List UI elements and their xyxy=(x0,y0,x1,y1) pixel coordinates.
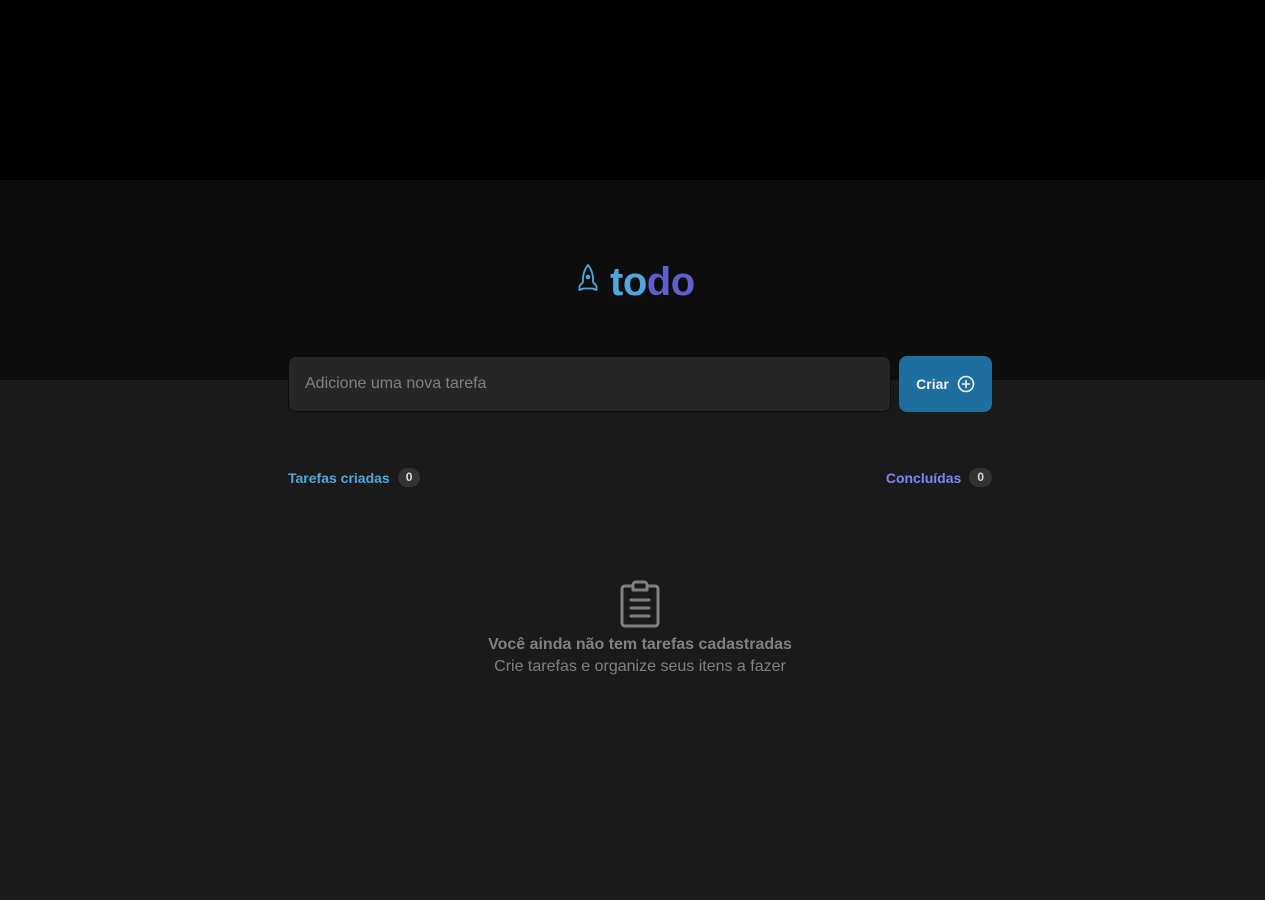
empty-state-title: Você ainda não tem tarefas cadastradas xyxy=(488,636,792,653)
logo-text-do: do xyxy=(646,260,695,304)
created-counter: Tarefas criadas 0 xyxy=(288,468,421,487)
done-count-badge: 0 xyxy=(969,468,992,487)
created-count-badge: 0 xyxy=(397,468,421,487)
create-button-label: Criar xyxy=(916,376,949,392)
new-task-form: Criar xyxy=(288,356,992,412)
done-counter: Concluídas 0 xyxy=(886,468,992,487)
logo-text: todo xyxy=(610,262,695,302)
task-counters: Tarefas criadas 0 Concluídas 0 xyxy=(288,468,992,487)
logo-text-to: to xyxy=(610,260,647,304)
rocket-icon xyxy=(576,263,600,301)
top-band xyxy=(0,0,1265,180)
create-task-button[interactable]: Criar xyxy=(899,356,992,412)
new-task-input[interactable] xyxy=(288,356,891,412)
clipboard-icon xyxy=(619,580,661,632)
empty-state: Você ainda não tem tarefas cadastradas C… xyxy=(288,580,992,678)
created-label: Tarefas criadas xyxy=(288,469,390,486)
plus-circle-icon xyxy=(957,375,975,393)
empty-state-subtitle: Crie tarefas e organize seus itens a faz… xyxy=(494,658,786,675)
app-logo: todo xyxy=(576,262,695,302)
done-label: Concluídas xyxy=(885,469,962,486)
